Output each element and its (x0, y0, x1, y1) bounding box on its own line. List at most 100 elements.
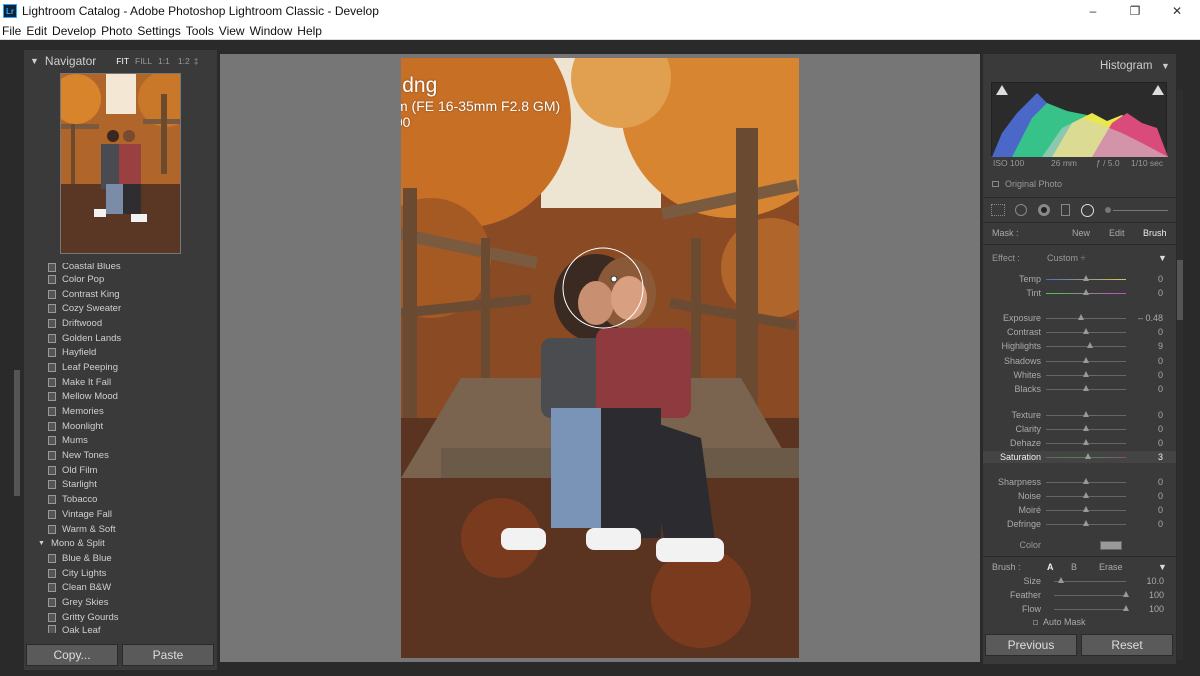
spot-removal-icon[interactable] (1015, 204, 1027, 216)
list-item[interactable]: Driftwood (24, 316, 217, 331)
list-item[interactable]: Grey Skies (24, 595, 217, 610)
slider-value[interactable]: 3 (1123, 452, 1163, 462)
copy-button[interactable]: Copy... (26, 644, 118, 666)
zoom-1-2[interactable]: 1:2 (178, 56, 190, 66)
slider-knob[interactable] (1087, 342, 1093, 348)
maximize-button[interactable]: ❐ (1114, 0, 1156, 22)
slider-texture[interactable]: Texture 0 (983, 409, 1176, 421)
zoom-more[interactable]: ‡ (194, 56, 199, 66)
graduated-filter-icon[interactable] (1061, 204, 1070, 216)
slider-noise[interactable]: Noise 0 (983, 490, 1176, 502)
slider-knob[interactable] (1083, 520, 1089, 526)
slider-knob[interactable] (1083, 275, 1089, 281)
slider-value[interactable]: 0 (1123, 424, 1163, 434)
mask-new-button[interactable]: New (1072, 228, 1090, 238)
zoom-1-1[interactable]: 1:1 (158, 56, 170, 66)
zoom-fill[interactable]: FILL (135, 56, 152, 66)
brush-slider-flow[interactable]: Flow 100 (983, 603, 1176, 615)
histogram-header[interactable]: Histogram ▼ (983, 58, 1176, 74)
navigator-header[interactable]: ▼ Navigator FIT FILL 1:1 1:2 ‡ (24, 50, 217, 72)
brush-a-button[interactable]: A (1047, 562, 1054, 572)
red-eye-icon[interactable] (1038, 204, 1050, 216)
slider-knob[interactable] (1083, 492, 1089, 498)
slider-value[interactable]: 100 (1124, 590, 1164, 600)
slider-knob[interactable] (1078, 314, 1085, 320)
brush-erase-button[interactable]: Erase (1099, 562, 1123, 572)
close-button[interactable]: ✕ (1156, 0, 1198, 22)
slider-highlights[interactable]: Highlights 9 (983, 340, 1176, 352)
list-item[interactable]: Oak Leaf (24, 624, 217, 633)
slider-whites[interactable]: Whites 0 (983, 369, 1176, 381)
menu-view[interactable]: View (219, 24, 245, 38)
brush-slider-feather[interactable]: Feather 100 (983, 589, 1176, 601)
list-item[interactable]: City Lights (24, 566, 217, 581)
slider-value[interactable]: 0 (1123, 327, 1163, 337)
list-item[interactable]: Clean B&W (24, 580, 217, 595)
list-item[interactable]: New Tones (24, 448, 217, 463)
preset-group-mono-split[interactable]: ▼ Mono & Split (24, 536, 217, 551)
adjustment-brush-icon[interactable] (1105, 207, 1111, 213)
slider-knob[interactable] (1083, 439, 1089, 445)
slider-knob[interactable] (1083, 328, 1089, 334)
slider-value[interactable]: 100 (1124, 604, 1164, 614)
slider-knob[interactable] (1058, 577, 1065, 583)
list-item[interactable]: Mums (24, 434, 217, 449)
menu-photo[interactable]: Photo (101, 24, 132, 38)
minimize-button[interactable]: – (1072, 0, 1114, 22)
list-item[interactable]: Contrast King (24, 287, 217, 302)
slider-value[interactable]: 0 (1123, 356, 1163, 366)
main-photo[interactable]: makeitfallsample.dng Sony ILCE-7RM3 + 26… (401, 58, 799, 658)
slider-track[interactable] (1054, 609, 1126, 610)
list-item[interactable]: Moonlight (24, 419, 217, 434)
menu-develop[interactable]: Develop (52, 24, 96, 38)
histogram-graph[interactable] (991, 82, 1168, 157)
collapse-triangle-icon[interactable]: ▼ (30, 56, 39, 66)
list-item[interactable]: Cozy Sweater (24, 301, 217, 316)
menu-file[interactable]: File (2, 24, 21, 38)
slider-value[interactable]: 9 (1123, 341, 1163, 351)
list-item[interactable]: Blue & Blue (24, 551, 217, 566)
slider-value[interactable]: 0 (1123, 288, 1163, 298)
slider-value[interactable]: 0 (1123, 477, 1163, 487)
menu-settings[interactable]: Settings (137, 24, 180, 38)
slider-value[interactable]: 10.0 (1124, 576, 1164, 586)
slider-contrast[interactable]: Contrast 0 (983, 326, 1176, 338)
list-item[interactable]: Vintage Fall (24, 507, 217, 522)
slider-knob[interactable] (1083, 385, 1089, 391)
crop-tool-icon[interactable] (991, 204, 1005, 216)
list-item[interactable]: Tobacco (24, 492, 217, 507)
slider-knob[interactable] (1083, 411, 1089, 417)
slider-blacks[interactable]: Blacks 0 (983, 383, 1176, 395)
original-photo-toggle[interactable]: Original Photo (983, 178, 1176, 190)
list-item[interactable]: Color Pop (24, 272, 217, 287)
list-item[interactable]: Make It Fall (24, 375, 217, 390)
slider-track[interactable] (1054, 581, 1126, 582)
menu-tools[interactable]: Tools (186, 24, 214, 38)
menu-edit[interactable]: Edit (26, 24, 47, 38)
slider-track[interactable] (1046, 318, 1126, 319)
list-item[interactable]: Memories (24, 404, 217, 419)
slider-value[interactable]: 0 (1123, 519, 1163, 529)
radial-filter-icon[interactable] (1081, 203, 1094, 217)
slider-knob[interactable] (1083, 357, 1089, 363)
list-item[interactable]: Warm & Soft (24, 522, 217, 537)
slider-moire[interactable]: Moiré 0 (983, 504, 1176, 516)
slider-knob[interactable] (1083, 478, 1089, 484)
scrollbar-thumb[interactable] (1177, 260, 1183, 320)
brush-b-button[interactable]: B (1071, 562, 1077, 572)
slider-knob[interactable] (1083, 506, 1089, 512)
slider-value[interactable]: 0 (1123, 505, 1163, 515)
reset-button[interactable]: Reset (1081, 634, 1173, 656)
list-item[interactable]: Starlight (24, 478, 217, 493)
collapse-triangle-icon[interactable]: ▼ (1161, 61, 1170, 71)
slider-track[interactable] (1046, 346, 1126, 347)
mask-brush-button[interactable]: Brush (1143, 228, 1167, 238)
paste-button[interactable]: Paste (122, 644, 214, 666)
slider-knob[interactable] (1083, 289, 1089, 295)
image-canvas[interactable]: makeitfallsample.dng Sony ILCE-7RM3 + 26… (220, 54, 980, 662)
slider-knob[interactable] (1084, 453, 1091, 459)
list-item[interactable]: Golden Lands (24, 331, 217, 346)
slider-track[interactable] (1054, 595, 1126, 596)
slider-value[interactable]: – 0.48 (1123, 313, 1163, 323)
slider-temp[interactable]: Temp 0 (983, 273, 1176, 285)
